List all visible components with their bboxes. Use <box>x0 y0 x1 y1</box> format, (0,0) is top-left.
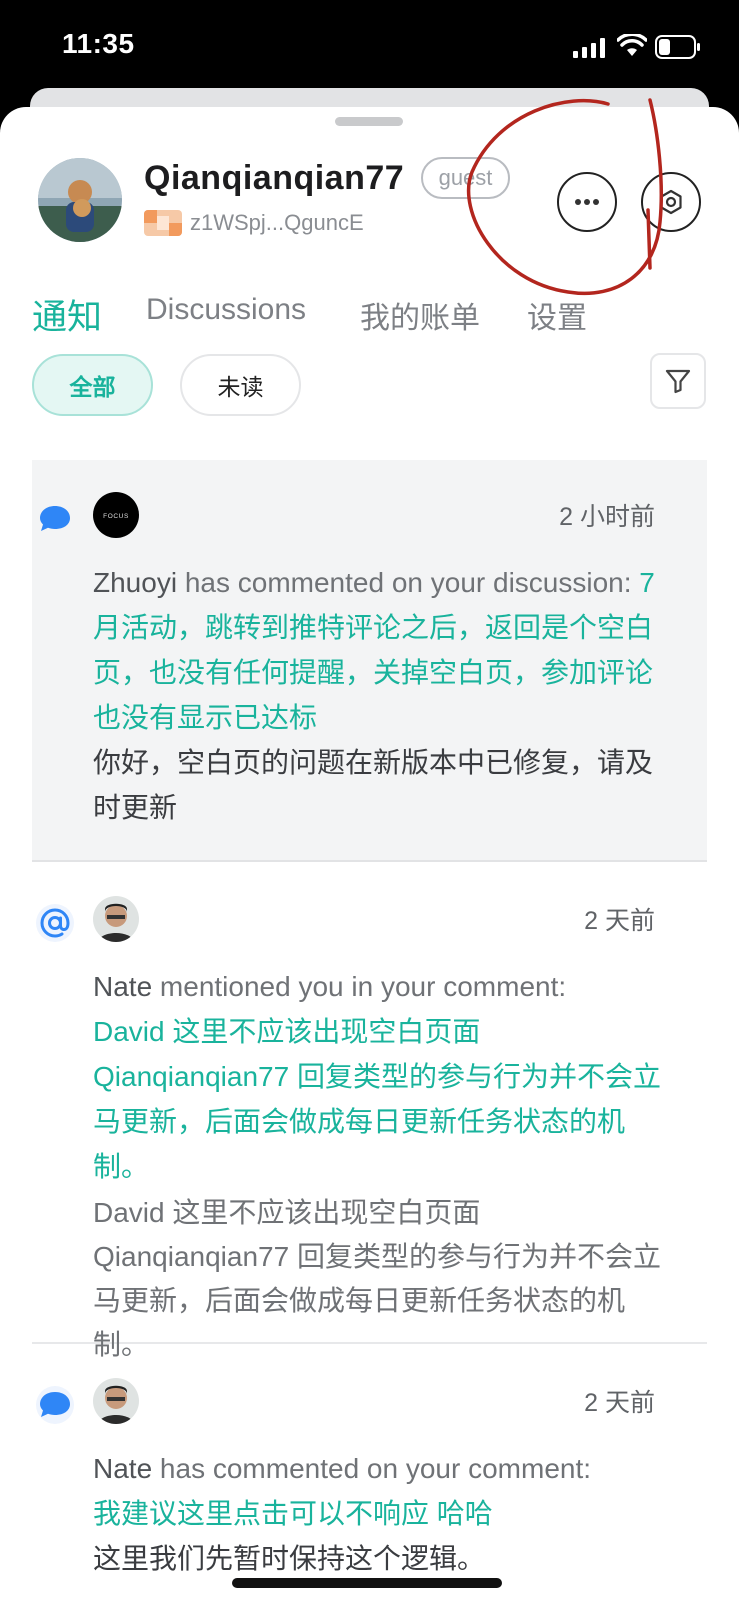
notification-item[interactable]: 2 天前 Nate has commented on your comment:… <box>32 1346 707 1600</box>
svg-text:FOCUS: FOCUS <box>103 513 129 520</box>
more-dots-icon <box>575 199 599 205</box>
gear-icon <box>660 189 682 215</box>
battery-icon <box>655 35 700 59</box>
comment-link[interactable]: 我建议这里点击可以不响应 哈哈 <box>93 1498 493 1529</box>
guest-badge: guest <box>421 157 510 199</box>
funnel-icon <box>665 369 691 394</box>
notification-time: 2 天前 <box>584 1389 655 1417</box>
notification-time: 2 天前 <box>584 907 655 935</box>
notification-body: Nate has commented on your comment: 我建议这… <box>93 1446 668 1581</box>
notification-action: mentioned you in your comment: <box>152 971 567 1002</box>
more-options-button[interactable] <box>557 172 617 232</box>
wallet-identicon <box>144 210 182 236</box>
filter-button[interactable] <box>650 353 706 409</box>
notification-item[interactable]: FOCUS 2 小时前 Zhuoyi has commented on your… <box>32 460 707 862</box>
status-time: 11:35 <box>62 28 135 59</box>
actor-name[interactable]: Zhuoyi <box>93 567 177 598</box>
cellular-signal-icon <box>573 38 605 58</box>
comment-text: David 这里不应该出现空白页面 Qianqianqian77 回复类型的参与… <box>93 1197 661 1360</box>
notification-time: 2 小时前 <box>559 503 655 531</box>
notification-body: Zhuoyi has commented on your discussion:… <box>93 560 668 830</box>
notification-body: Nate mentioned you in your comment: Davi… <box>93 964 668 1367</box>
profile-avatar[interactable] <box>38 158 122 242</box>
notifications-sheet: Qianqianqian77 guest z1WSpj...QguncE 通知 … <box>0 107 739 1600</box>
comment-bubble-icon <box>36 500 74 538</box>
at-mention-icon <box>36 904 74 942</box>
notification-action: has commented on your discussion: <box>177 567 640 598</box>
settings-button[interactable] <box>641 172 701 232</box>
tab-settings[interactable]: 设置 <box>527 293 587 337</box>
wallet-address[interactable]: z1WSpj...QguncE <box>190 210 364 236</box>
notification-item[interactable]: 2 天前 Nate mentioned you in your comment:… <box>32 864 707 1360</box>
filter-all-chip[interactable]: 全部 <box>32 354 153 416</box>
status-bar: 11:35 <box>0 0 739 90</box>
tab-notifications[interactable]: 通知 <box>32 289 102 340</box>
actor-name[interactable]: Nate <box>93 971 152 1002</box>
tab-discussions[interactable]: Discussions <box>146 293 306 327</box>
home-indicator[interactable] <box>232 1578 502 1588</box>
sheet-grabber[interactable] <box>335 117 403 126</box>
notification-action: has commented on your comment: <box>152 1453 592 1484</box>
comment-link[interactable]: David 这里不应该出现空白页面 Qianqianqian77 回复类型的参与… <box>93 1016 661 1182</box>
actor-avatar[interactable]: FOCUS <box>93 492 139 538</box>
comment-text: 这里我们先暂时保持这个逻辑。 <box>93 1543 486 1574</box>
comment-text: 你好，空白页的问题在新版本中已修复，请及时更新 <box>93 747 654 823</box>
wifi-icon <box>617 34 647 56</box>
actor-avatar[interactable] <box>93 896 139 942</box>
comment-bubble-icon <box>36 1386 74 1424</box>
actor-name[interactable]: Nate <box>93 1453 152 1484</box>
actor-avatar[interactable] <box>93 1378 139 1424</box>
filter-unread-chip[interactable]: 未读 <box>180 354 301 416</box>
tab-my-bills[interactable]: 我的账单 <box>360 293 480 337</box>
profile-username: Qianqianqian77 <box>144 159 405 197</box>
